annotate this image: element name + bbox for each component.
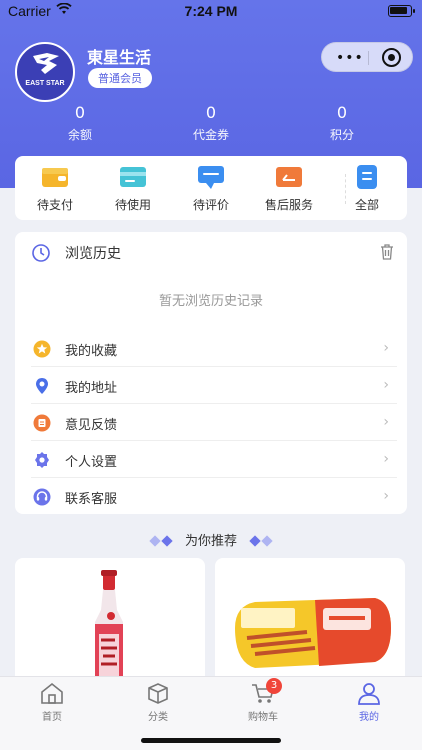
capsule-divider — [368, 51, 369, 65]
status-time: 7:24 PM — [184, 3, 238, 19]
order-to-review[interactable]: 待评价 — [171, 164, 251, 213]
status-bar: Carrier 7:24 PM — [0, 0, 422, 22]
stat-label: 余额 — [67, 128, 92, 142]
cart-count-badge: 3 — [266, 678, 282, 694]
location-icon — [36, 378, 48, 394]
stat-value: 0 — [74, 103, 86, 122]
stat-label: 代金券 — [192, 128, 229, 142]
east-star-logo-icon — [33, 53, 59, 74]
trash-icon[interactable] — [379, 243, 395, 261]
feedback-icon — [33, 414, 51, 432]
member-level-badge: 普通会员 — [88, 68, 152, 88]
order-label: 全部 — [354, 198, 379, 212]
menu-favorites[interactable]: 我的收藏 › — [15, 330, 407, 367]
chat-icon — [198, 166, 224, 189]
recommend-heading: 为你推荐 — [0, 530, 422, 549]
mini-program-capsule: ••• — [321, 42, 413, 72]
return-icon — [276, 167, 302, 187]
order-shortcuts: 待支付 待使用 待评价 售后服务 全部 — [15, 156, 407, 220]
tab-home[interactable]: 首页 — [12, 681, 92, 723]
product-image-snack-bag — [235, 598, 391, 668]
diamond-decor-icon — [161, 535, 173, 547]
tab-category[interactable]: 分类 — [118, 681, 198, 723]
menu-label: 联系客服 — [65, 492, 118, 507]
list-icon — [357, 165, 377, 189]
home-indicator — [141, 738, 281, 743]
menu-settings[interactable]: 个人设置 › — [15, 441, 407, 478]
menu-label: 个人设置 — [65, 455, 118, 470]
stat-balance[interactable]: 0 余额 — [20, 103, 140, 143]
chevron-right-icon: › — [383, 451, 389, 467]
history-empty-text: 暂无浏览历史记录 — [158, 294, 263, 309]
tab-label: 购物车 — [248, 712, 278, 723]
headset-icon — [33, 488, 51, 506]
tab-label: 分类 — [148, 712, 168, 723]
tab-label: 首页 — [42, 712, 62, 723]
menu-customer-service[interactable]: 联系客服 › — [15, 478, 407, 515]
more-menu-icon[interactable]: ••• — [336, 50, 364, 66]
avatar[interactable]: EAST STAR — [15, 42, 75, 102]
history-header: 浏览历史 — [15, 232, 407, 272]
category-icon — [148, 683, 168, 704]
settings-icon — [35, 452, 49, 468]
stat-coupons[interactable]: 0 代金券 — [151, 103, 271, 143]
chevron-right-icon: › — [383, 488, 389, 504]
order-all[interactable]: 全部 — [327, 164, 407, 213]
order-pending-payment[interactable]: 待支付 — [15, 164, 95, 213]
order-label: 待支付 — [36, 198, 73, 212]
order-to-use[interactable]: 待使用 — [93, 164, 173, 213]
close-target-icon[interactable] — [382, 48, 401, 67]
home-icon — [41, 682, 63, 704]
clock-icon — [32, 244, 50, 262]
tab-mine[interactable]: 我的 — [329, 681, 409, 723]
order-after-sales[interactable]: 售后服务 — [249, 164, 329, 213]
diamond-decor-icon — [249, 535, 261, 547]
wallet-icon — [42, 168, 68, 187]
chevron-right-icon: › — [383, 377, 389, 393]
product-image-bottle — [95, 570, 123, 688]
product-card-snack[interactable] — [215, 558, 405, 688]
star-icon — [33, 340, 51, 358]
product-card-drink[interactable] — [15, 558, 205, 688]
diamond-decor-icon — [149, 535, 161, 547]
stat-value: 0 — [336, 103, 348, 122]
card-icon — [120, 167, 146, 187]
chevron-right-icon: › — [383, 340, 389, 356]
order-label: 售后服务 — [264, 198, 313, 212]
history-title: 浏览历史 — [65, 246, 121, 262]
username: 東星生活 — [87, 48, 152, 67]
stat-value: 0 — [205, 103, 217, 122]
menu-label: 我的地址 — [65, 381, 118, 396]
menu-feedback[interactable]: 意见反馈 › — [15, 404, 407, 441]
logo-text: EAST STAR — [25, 80, 65, 87]
tab-label: 我的 — [359, 712, 379, 723]
menu-label: 我的收藏 — [65, 344, 118, 359]
chevron-right-icon: › — [383, 414, 389, 430]
diamond-decor-icon — [261, 535, 273, 547]
recommend-title: 为你推荐 — [184, 534, 237, 549]
menu-address[interactable]: 我的地址 › — [15, 367, 407, 404]
order-label: 待使用 — [114, 198, 151, 212]
menu-label: 意见反馈 — [65, 418, 118, 433]
account-stats: 0 余额 0 代金券 0 积分 — [0, 103, 422, 145]
stat-label: 积分 — [329, 128, 354, 142]
user-icon — [358, 683, 380, 705]
stat-points[interactable]: 0 积分 — [282, 103, 402, 143]
history-card: 浏览历史 暂无浏览历史记录 我的收藏 › 我的地址 › 意见反馈 › 个人设置 … — [15, 232, 407, 514]
battery-icon — [388, 5, 415, 17]
order-label: 待评价 — [192, 198, 229, 212]
tab-cart[interactable]: 3 购物车 — [223, 678, 303, 723]
